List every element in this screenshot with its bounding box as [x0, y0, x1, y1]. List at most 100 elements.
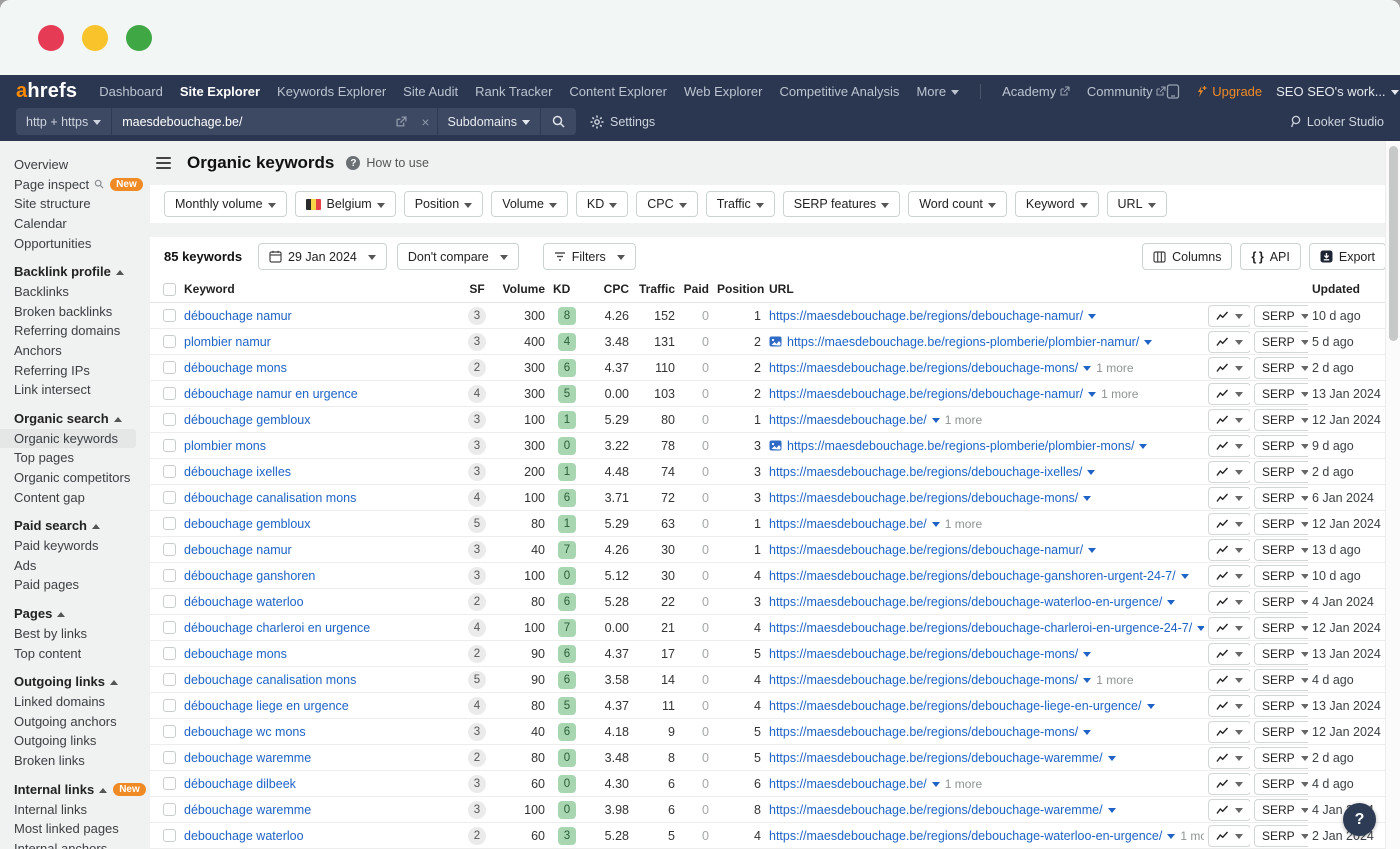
position-history-button[interactable]	[1208, 825, 1250, 847]
row-checkbox[interactable]	[163, 335, 176, 348]
filter-kd[interactable]: KD	[576, 191, 628, 217]
settings-button[interactable]: Settings	[590, 115, 655, 129]
serp-button[interactable]: SERP	[1254, 565, 1308, 587]
keyword-link[interactable]: débouchage mons	[184, 361, 287, 375]
sidebar-section-paid-search[interactable]: Paid search	[14, 516, 150, 536]
url-link[interactable]: https://maesdebouchage.be/	[769, 777, 927, 791]
position-history-button[interactable]	[1208, 773, 1250, 795]
position-history-button[interactable]	[1208, 747, 1250, 769]
serp-button[interactable]: SERP	[1254, 617, 1308, 639]
select-all-checkbox[interactable]	[163, 283, 176, 296]
position-history-button[interactable]	[1208, 435, 1250, 457]
keyword-link[interactable]: debouchage gembloux	[184, 517, 311, 531]
url-chevron-icon[interactable]	[1083, 366, 1091, 375]
position-history-button[interactable]	[1208, 799, 1250, 821]
keyword-link[interactable]: débouchage waremme	[184, 803, 311, 817]
url-chevron-icon[interactable]	[1197, 626, 1204, 635]
serp-button[interactable]: SERP	[1254, 331, 1308, 353]
serp-button[interactable]: SERP	[1254, 669, 1308, 691]
url-link[interactable]: https://maesdebouchage.be/regions/debouc…	[769, 465, 1082, 479]
sidebar-section-pages[interactable]: Pages	[14, 604, 150, 624]
url-link[interactable]: https://maesdebouchage.be/regions/debouc…	[769, 543, 1083, 557]
more-urls-label[interactable]: 1 more	[945, 413, 982, 427]
sidebar-item-linked-domains[interactable]: Linked domains	[14, 692, 150, 712]
keyword-link[interactable]: debouchage waterloo	[184, 829, 304, 843]
url-chevron-icon[interactable]	[1108, 808, 1116, 817]
row-checkbox[interactable]	[163, 621, 176, 634]
url-chevron-icon[interactable]	[1139, 444, 1147, 453]
row-checkbox[interactable]	[163, 413, 176, 426]
serp-button[interactable]: SERP	[1254, 773, 1308, 795]
sidebar-item-top-content[interactable]: Top content	[14, 643, 150, 663]
sidebar-item-best-by-links[interactable]: Best by links	[14, 624, 150, 644]
position-history-button[interactable]	[1208, 383, 1250, 405]
more-urls-label[interactable]: 1 more	[1101, 387, 1138, 401]
row-checkbox[interactable]	[163, 673, 176, 686]
keyword-link[interactable]: debouchage waremme	[184, 751, 311, 765]
keyword-link[interactable]: débouchage ganshoren	[184, 569, 315, 583]
serp-button[interactable]: SERP	[1254, 539, 1308, 561]
col-position[interactable]: Position	[713, 282, 765, 296]
target-input[interactable]: maesdebouchage.be/	[112, 115, 389, 129]
sidebar-item-site-structure[interactable]: Site structure	[14, 194, 150, 214]
serp-button[interactable]: SERP	[1254, 591, 1308, 613]
position-history-button[interactable]	[1208, 695, 1250, 717]
sidebar-item-top-pages[interactable]: Top pages	[14, 448, 150, 468]
serp-button[interactable]: SERP	[1254, 747, 1308, 769]
help-button[interactable]: ?	[1343, 803, 1376, 836]
sidebar-item-referring-domains[interactable]: Referring domains	[14, 321, 150, 341]
sidebar-section-organic-search[interactable]: Organic search	[14, 409, 150, 429]
scope-dropdown[interactable]: Subdomains	[437, 108, 541, 135]
keyword-link[interactable]: debouchage mons	[184, 647, 287, 661]
serp-button[interactable]: SERP	[1254, 435, 1308, 457]
filter-keyword[interactable]: Keyword	[1015, 191, 1099, 217]
serp-button[interactable]: SERP	[1254, 799, 1308, 821]
position-history-button[interactable]	[1208, 721, 1250, 743]
clear-input-icon[interactable]: ×	[414, 114, 436, 130]
sidebar-item-page-inspect[interactable]: Page inspectNew	[14, 175, 150, 195]
menu-web-explorer[interactable]: Web Explorer	[684, 84, 763, 99]
row-checkbox[interactable]	[163, 777, 176, 790]
serp-button[interactable]: SERP	[1254, 643, 1308, 665]
col-url[interactable]: URL	[765, 282, 1204, 296]
serp-button[interactable]: SERP	[1254, 721, 1308, 743]
serp-button[interactable]: SERP	[1254, 487, 1308, 509]
sidebar-item-internal-links[interactable]: Internal links	[14, 799, 150, 819]
row-checkbox[interactable]	[163, 699, 176, 712]
window-close-button[interactable]	[38, 25, 64, 51]
window-zoom-button[interactable]	[126, 25, 152, 51]
menu-dashboard[interactable]: Dashboard	[99, 84, 163, 99]
open-target-icon[interactable]	[389, 116, 414, 127]
serp-button[interactable]: SERP	[1254, 695, 1308, 717]
looker-studio-button[interactable]: Looker Studio	[1289, 115, 1384, 129]
keyword-link[interactable]: débouchage waterloo	[184, 595, 304, 609]
url-link[interactable]: https://maesdebouchage.be/regions/debouc…	[769, 673, 1078, 687]
position-history-button[interactable]	[1208, 669, 1250, 691]
row-checkbox[interactable]	[163, 465, 176, 478]
menu-content-explorer[interactable]: Content Explorer	[569, 84, 667, 99]
search-button[interactable]	[540, 108, 576, 135]
more-urls-label[interactable]: 1 more	[1096, 361, 1133, 375]
sidebar-item-organic-keywords[interactable]: Organic keywords	[0, 429, 136, 449]
menu-more[interactable]: More	[916, 84, 959, 99]
position-history-button[interactable]	[1208, 409, 1250, 431]
keyword-link[interactable]: plombier mons	[184, 439, 266, 453]
position-history-button[interactable]	[1208, 591, 1250, 613]
position-history-button[interactable]	[1208, 513, 1250, 535]
filter-serp-features[interactable]: SERP features	[783, 191, 900, 217]
filter-volume[interactable]: Volume	[491, 191, 568, 217]
filter-cpc[interactable]: CPC	[636, 191, 697, 217]
serp-button[interactable]: SERP	[1254, 357, 1308, 379]
url-link[interactable]: https://maesdebouchage.be/regions/debouc…	[769, 595, 1162, 609]
url-chevron-icon[interactable]	[1083, 496, 1091, 505]
filter-position[interactable]: Position	[404, 191, 483, 217]
col-keyword[interactable]: Keyword	[180, 282, 457, 296]
sidebar-item-opportunities[interactable]: Opportunities	[14, 233, 150, 253]
url-link[interactable]: https://maesdebouchage.be/regions/debouc…	[769, 699, 1142, 713]
keyword-link[interactable]: débouchage ixelles	[184, 465, 291, 479]
serp-button[interactable]: SERP	[1254, 513, 1308, 535]
sidebar-item-anchors[interactable]: Anchors	[14, 341, 150, 361]
url-chevron-icon[interactable]	[932, 418, 940, 427]
keyword-link[interactable]: débouchage gembloux	[184, 413, 311, 427]
col-kd[interactable]: KD	[549, 282, 585, 296]
